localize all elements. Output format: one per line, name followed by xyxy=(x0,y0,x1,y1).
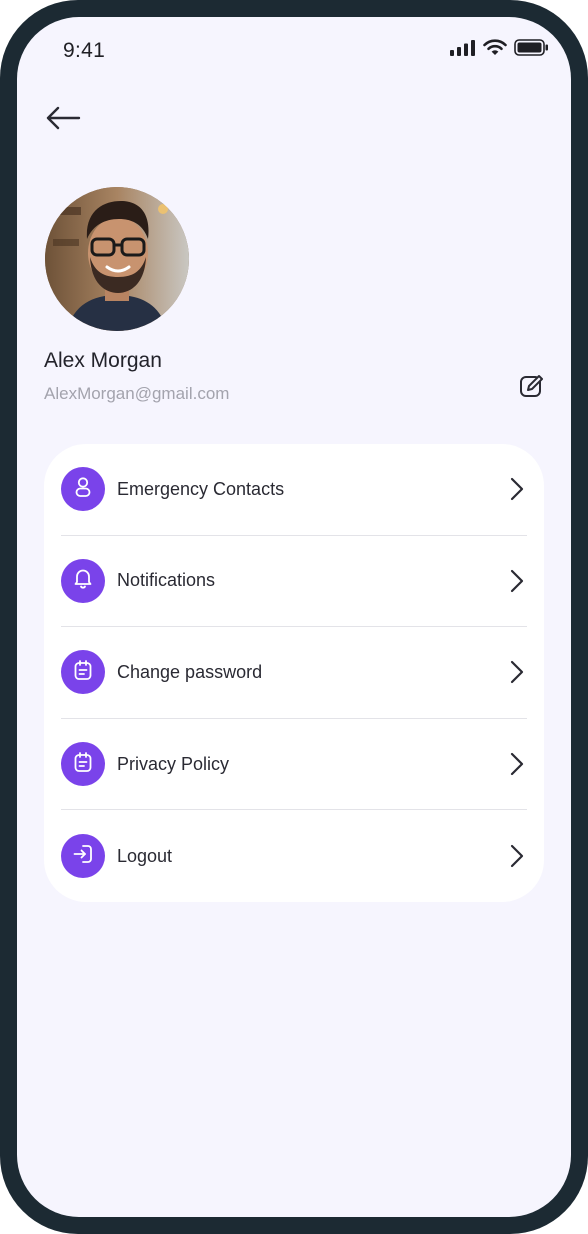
menu-item-label: Privacy Policy xyxy=(117,753,230,774)
arrow-left-icon xyxy=(45,106,81,135)
menu-item-label: Logout xyxy=(117,845,173,866)
wifi-icon xyxy=(483,39,507,61)
user-email: AlexMorgan@gmail.com xyxy=(44,384,230,403)
signal-icon xyxy=(450,39,476,61)
phone-frame: 9:41 Alex Morgan AlexMorgan@gmail.com Em… xyxy=(0,0,588,1234)
menu-item-label: Change password xyxy=(117,661,263,682)
edit-profile-button[interactable] xyxy=(517,373,547,403)
status-time: 9:41 xyxy=(63,39,106,62)
chevron-right-icon xyxy=(507,569,527,593)
bell-icon xyxy=(73,567,93,594)
chevron-right-icon xyxy=(507,752,527,776)
clipboard-icon xyxy=(73,659,93,686)
status-icons xyxy=(450,39,549,61)
settings-menu: Emergency Contacts Notifications Change … xyxy=(44,444,544,902)
menu-item-logout[interactable]: Logout xyxy=(61,810,527,902)
logout-icon xyxy=(72,843,94,870)
menu-item-label: Emergency Contacts xyxy=(117,478,285,499)
screen: 9:41 Alex Morgan AlexMorgan@gmail.com Em… xyxy=(17,17,571,1217)
edit-pen-icon xyxy=(519,373,545,404)
chevron-right-icon xyxy=(507,844,527,868)
clipboard-icon xyxy=(73,751,93,778)
chevron-right-icon xyxy=(507,477,527,501)
avatar xyxy=(45,187,189,331)
menu-item-emergency-contacts[interactable]: Emergency Contacts xyxy=(61,444,527,536)
menu-item-change-password[interactable]: Change password xyxy=(61,627,527,719)
user-name: Alex Morgan xyxy=(44,349,162,372)
back-button[interactable] xyxy=(43,103,83,137)
menu-item-privacy-policy[interactable]: Privacy Policy xyxy=(61,719,527,811)
person-icon xyxy=(73,476,93,503)
menu-item-notifications[interactable]: Notifications xyxy=(61,536,527,628)
battery-icon xyxy=(514,39,549,61)
chevron-right-icon xyxy=(507,660,527,684)
menu-item-label: Notifications xyxy=(117,570,216,591)
